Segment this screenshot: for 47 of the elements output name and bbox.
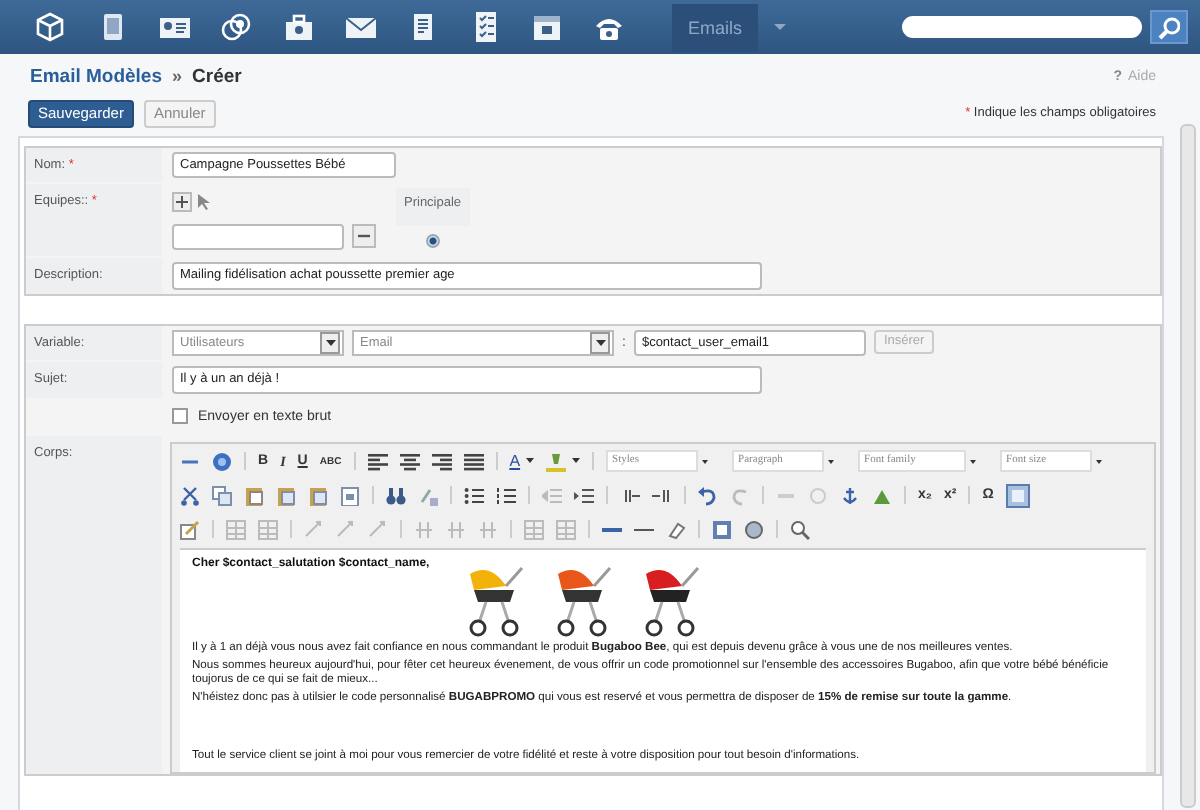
add-icon[interactable]: [172, 191, 192, 211]
align-left-icon[interactable]: [367, 451, 388, 471]
bullet-list-icon[interactable]: [464, 485, 484, 505]
align-right-icon[interactable]: [431, 451, 452, 471]
briefcase-person-icon[interactable]: [282, 10, 316, 44]
search-button[interactable]: [1150, 10, 1188, 44]
eraser-icon[interactable]: [666, 519, 686, 539]
team-field[interactable]: [172, 223, 344, 249]
breadcrumb-link[interactable]: Email Modèles: [30, 66, 162, 88]
caret-icon[interactable]: [572, 458, 581, 464]
minus-icon: [356, 230, 372, 242]
fullscreen-icon[interactable]: [1005, 483, 1030, 507]
undo-icon[interactable]: [698, 485, 718, 505]
nav-tab[interactable]: Emails: [672, 3, 759, 51]
coins-icon[interactable]: [220, 10, 254, 44]
remove-button[interactable]: [352, 224, 376, 248]
caret-icon[interactable]: [828, 459, 835, 463]
caret-icon: [325, 339, 335, 345]
magnifier-icon[interactable]: [790, 519, 810, 539]
search-icon: [1158, 15, 1180, 39]
caret-icon[interactable]: [526, 458, 535, 464]
justify-icon[interactable]: [463, 451, 484, 471]
caret-icon: [595, 339, 605, 345]
anchor-icon[interactable]: [840, 485, 860, 505]
primary-radio[interactable]: [425, 233, 440, 247]
edit-icon[interactable]: [180, 519, 200, 539]
page-title: Créer: [192, 66, 242, 88]
indent-icon[interactable]: [574, 485, 594, 505]
caret-icon[interactable]: [1096, 459, 1103, 463]
binoculars-icon[interactable]: [386, 485, 406, 505]
align-center-icon[interactable]: [399, 451, 420, 471]
scissors-icon[interactable]: [180, 485, 200, 505]
caret-icon[interactable]: [702, 459, 709, 463]
plain-text-checkbox[interactable]: [172, 408, 188, 424]
editor-content[interactable]: [180, 547, 1146, 771]
cursor-icon[interactable]: [196, 191, 212, 211]
scrollbar[interactable]: [1180, 124, 1196, 808]
document-icon[interactable]: [340, 485, 360, 505]
copy-icon[interactable]: [212, 485, 232, 505]
paste-icon[interactable]: [244, 485, 264, 505]
breadcrumb-separator: »: [172, 66, 183, 86]
numbered-list-icon[interactable]: [496, 485, 516, 505]
caret-icon[interactable]: [970, 459, 977, 463]
text-color-button[interactable]: A: [509, 451, 521, 471]
calendar-icon[interactable]: [530, 10, 564, 44]
cube-icon[interactable]: [34, 10, 68, 44]
search-field[interactable]: [902, 16, 1142, 38]
